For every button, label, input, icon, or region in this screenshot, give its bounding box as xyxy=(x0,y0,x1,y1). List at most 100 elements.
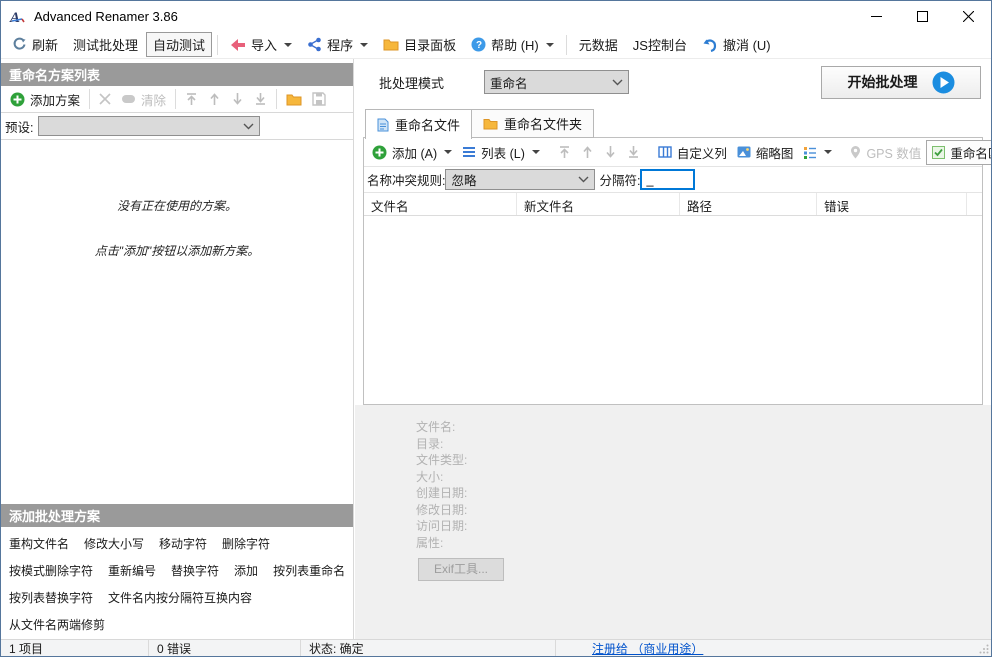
program-menu-button[interactable]: 程序 xyxy=(300,32,375,57)
method-link[interactable]: 从文件名两端修剪 xyxy=(9,616,105,633)
method-link[interactable]: 删除字符 xyxy=(222,535,270,552)
file-rows-area[interactable] xyxy=(364,216,982,404)
auto-test-toggle[interactable]: 自动测试 xyxy=(146,32,213,57)
add-method-button[interactable]: 添加方案 xyxy=(5,87,85,112)
thumbnails-button[interactable]: 缩略图 xyxy=(732,140,799,165)
metadata-label: 元数据 xyxy=(578,38,618,53)
method-link[interactable]: 添加 xyxy=(234,562,258,579)
column-header-filename[interactable]: 文件名 xyxy=(364,193,517,215)
help-label: 帮助 (H) xyxy=(491,38,539,53)
move-down-button[interactable] xyxy=(226,89,249,109)
delete-method-button[interactable] xyxy=(94,90,116,108)
js-console-button[interactable]: JS控制台 xyxy=(626,32,694,57)
separator-label: 分隔符: xyxy=(599,174,641,188)
move-bottom-button[interactable] xyxy=(249,89,272,109)
metadata-button[interactable]: 元数据 xyxy=(572,32,625,57)
custom-columns-button[interactable]: 自定义列 xyxy=(653,140,732,165)
name-conflict-row: 名称冲突规则: 忽略 分隔符: xyxy=(364,167,982,193)
separator-input[interactable] xyxy=(640,169,696,190)
preset-row: 预设: xyxy=(1,113,353,140)
move-up-button[interactable] xyxy=(203,89,226,109)
refresh-icon xyxy=(12,37,27,52)
save-preset-button[interactable] xyxy=(307,89,331,109)
methods-empty-list[interactable]: 没有正在使用的方案。 点击"添加"按钮以添加新方案。 xyxy=(1,140,353,504)
save-icon xyxy=(312,92,326,106)
preset-combobox[interactable] xyxy=(38,116,261,136)
rename-tabs: 重命名文件 重命名文件夹 xyxy=(365,109,595,139)
close-button[interactable] xyxy=(945,1,991,31)
tab-rename-folders-label: 重命名文件夹 xyxy=(504,117,583,132)
batch-mode-value: 重命名 xyxy=(490,76,528,91)
batch-mode-label: 批处理模式 xyxy=(379,75,445,91)
gps-values-button[interactable]: GPS 数值 xyxy=(845,140,926,165)
dir-panel-button[interactable]: 目录面板 xyxy=(376,32,463,57)
batch-mode-combobox[interactable]: 重命名 xyxy=(484,70,630,94)
resize-grip-icon[interactable] xyxy=(979,644,989,654)
method-link[interactable]: 按模式删除字符 xyxy=(9,562,93,579)
register-link[interactable]: 注册给 （商业用途） xyxy=(592,640,703,657)
help-menu-button[interactable]: ? 帮助 (H) xyxy=(464,32,561,57)
open-preset-button[interactable] xyxy=(281,90,307,109)
add-methods-header: 添加批处理方案 xyxy=(1,504,353,527)
file-list-area: 批处理模式 重命名 开始批处理 重命名文件 重命名文件夹 添加 (A) 列表 (… xyxy=(355,59,991,639)
undo-button[interactable]: 撤消 (U) xyxy=(695,32,778,57)
import-menu-button[interactable]: 导入 xyxy=(223,32,299,57)
rename-match-toggle[interactable]: 重命名匹配 xyxy=(926,139,991,165)
exif-tool-button[interactable]: Exif工具... xyxy=(418,558,504,581)
toolbar-separator xyxy=(565,34,567,55)
info-label-size: 大小: xyxy=(416,469,444,484)
toolbar-separator xyxy=(276,89,278,109)
method-link[interactable]: 文件名内按分隔符互换内容 xyxy=(108,589,252,606)
method-link[interactable]: 重新编号 xyxy=(108,562,156,579)
add-files-menu-button[interactable]: 添加 (A) xyxy=(367,140,457,165)
empty-hint-line2: 点击"添加"按钮以添加新方案。 xyxy=(94,244,260,258)
clear-label: 清除 xyxy=(141,93,167,108)
column-header-new-filename[interactable]: 新文件名 xyxy=(517,193,680,215)
refresh-button[interactable]: 刷新 xyxy=(5,32,65,57)
tab-rename-files[interactable]: 重命名文件 xyxy=(365,109,473,139)
method-link[interactable]: 重构文件名 xyxy=(9,535,69,552)
chevron-down-icon xyxy=(284,42,293,47)
method-link[interactable]: 移动字符 xyxy=(159,535,207,552)
add-method-label: 添加方案 xyxy=(30,93,81,108)
batch-mode-row: 批处理模式 重命名 开始批处理 xyxy=(361,59,991,105)
move-top-button[interactable] xyxy=(553,142,576,162)
main-toolbar: 刷新 测试批处理 自动测试 导入 程序 目录面板 ? 帮助 (H) 元数据 JS… xyxy=(1,31,991,59)
move-bottom-button[interactable] xyxy=(622,142,645,162)
method-link[interactable]: 修改大小写 xyxy=(84,535,144,552)
chevron-down-icon xyxy=(545,42,554,47)
program-label: 程序 xyxy=(327,38,354,53)
conflict-rule-combobox[interactable]: 忽略 xyxy=(445,169,596,190)
column-header-error[interactable]: 错误 xyxy=(817,193,967,215)
conflict-rule-label: 名称冲突规则: xyxy=(367,174,446,188)
column-header-path[interactable]: 路径 xyxy=(680,193,817,215)
file-info-panel: 文件名: 目录: 文件类型: 大小: 创建日期: 修改日期: 访问日期: 属性:… xyxy=(355,405,991,639)
info-label-directory: 目录: xyxy=(416,436,444,451)
method-link[interactable]: 替换字符 xyxy=(171,562,219,579)
add-files-label: 添加 (A) xyxy=(392,146,438,161)
test-batch-button[interactable]: 测试批处理 xyxy=(66,32,145,57)
chevron-down-icon xyxy=(360,42,369,47)
gps-pin-icon xyxy=(850,145,861,159)
window-title: Advanced Renamer 3.86 xyxy=(34,8,178,24)
chevron-down-icon xyxy=(824,150,833,154)
move-down-button[interactable] xyxy=(599,142,622,162)
move-up-button[interactable] xyxy=(576,142,599,162)
method-link[interactable]: 按列表重命名 xyxy=(273,562,345,579)
chevron-down-icon xyxy=(243,123,254,130)
auto-test-label: 自动测试 xyxy=(153,38,206,53)
move-top-button[interactable] xyxy=(180,89,203,109)
rename-methods-panel: 重命名方案列表 添加方案 清除 预设: 没有正在使用的方案。 点击"添加"按钮以… xyxy=(1,59,354,639)
start-batch-button[interactable]: 开始批处理 xyxy=(821,65,981,99)
status-state: 状态: 确定 xyxy=(301,640,556,656)
view-options-button[interactable] xyxy=(798,143,837,162)
rename-match-label: 重命名匹配 xyxy=(950,146,991,161)
tab-rename-folders[interactable]: 重命名文件夹 xyxy=(471,109,595,138)
minimize-button[interactable] xyxy=(853,1,899,31)
maximize-button[interactable] xyxy=(899,1,945,31)
list-menu-button[interactable]: 列表 (L) xyxy=(457,140,545,165)
method-link[interactable]: 按列表替换字符 xyxy=(9,589,93,606)
empty-hint-line1: 没有正在使用的方案。 xyxy=(116,199,237,213)
clear-methods-button[interactable]: 清除 xyxy=(116,87,171,112)
toolbar-separator xyxy=(217,34,219,55)
